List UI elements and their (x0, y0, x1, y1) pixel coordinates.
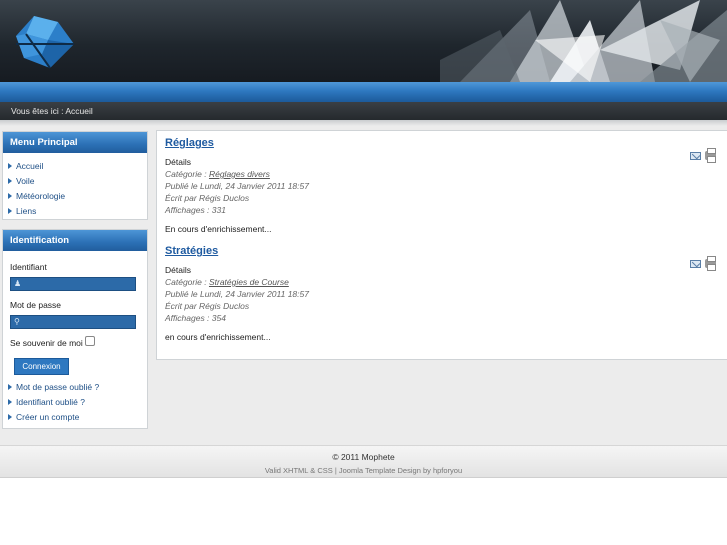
article-author: Écrit par Régis Duclos (165, 193, 250, 203)
page-body: Menu Principal Accueil Voile Météorologi… (0, 126, 727, 445)
breadcrumb-current: Accueil (65, 106, 93, 116)
password-input[interactable]: ⚲ (10, 315, 136, 329)
create-account-label[interactable]: Créer un compte (16, 412, 79, 422)
header-crystal-artwork (440, 0, 727, 82)
breadcrumb: Vous êtes ici : Accueil (0, 102, 727, 120)
site-footer: © 2011 Mophete Valid XHTML & CSS | Jooml… (0, 445, 727, 478)
breadcrumb-prefix: Vous êtes ici : (11, 106, 64, 116)
main-menu-module: Menu Principal Accueil Voile Météorologi… (2, 131, 148, 220)
article-published: Publié le Lundi, 24 Janvier 2011 18:57 (165, 181, 309, 191)
arrow-right-icon (8, 163, 12, 169)
arrow-right-icon (8, 399, 12, 405)
category-link[interactable]: Réglages divers (209, 169, 270, 179)
main-content: Réglages Détails Catégorie : Réglages di… (156, 130, 727, 360)
article-author: Écrit par Régis Duclos (165, 301, 250, 311)
forgot-username-label[interactable]: Identifiant oublié ? (16, 397, 85, 407)
arrow-right-icon (8, 414, 12, 420)
forgot-password-link[interactable]: Mot de passe oublié ? (8, 380, 99, 395)
menu-item-label[interactable]: Voile (16, 176, 34, 186)
article-hits: Affichages : 354 (165, 313, 226, 323)
article-reglages: Réglages Détails Catégorie : Réglages di… (165, 137, 720, 234)
article-published: Publié le Lundi, 24 Janvier 2011 18:57 (165, 289, 309, 299)
main-menu-list: Accueil Voile Météorologie Liens (3, 153, 147, 219)
print-icon[interactable] (705, 256, 716, 271)
article-details-label: Détails (165, 157, 191, 167)
login-title: Identification (3, 230, 147, 251)
footer-credit[interactable]: Valid XHTML & CSS | Joomla Template Desi… (0, 466, 727, 475)
forgot-password-label[interactable]: Mot de passe oublié ? (16, 382, 99, 392)
category-prefix: Catégorie : (165, 277, 207, 287)
article-title[interactable]: Réglages (165, 137, 214, 149)
arrow-right-icon (8, 384, 12, 390)
menu-item-label[interactable]: Météorologie (16, 191, 65, 201)
menu-item-liens[interactable]: Liens (8, 204, 147, 219)
key-icon: ⚲ (14, 317, 20, 326)
menu-item-accueil[interactable]: Accueil (8, 159, 147, 174)
forgot-username-link[interactable]: Identifiant oublié ? (8, 395, 99, 410)
article-body: en cours d'enrichissement... (165, 332, 271, 342)
login-button[interactable]: Connexion (14, 358, 69, 375)
remember-me-checkbox[interactable] (85, 336, 95, 346)
print-icon[interactable] (705, 148, 716, 163)
article-actions (690, 148, 716, 163)
username-label: Identifiant (10, 262, 47, 272)
create-account-link[interactable]: Créer un compte (8, 410, 99, 425)
article-meta: Détails Catégorie : Stratégies de Course… (165, 264, 720, 324)
menu-item-label[interactable]: Accueil (16, 161, 43, 171)
article-actions (690, 256, 716, 271)
article-category: Catégorie : Réglages divers (165, 168, 720, 180)
menu-item-label[interactable]: Liens (16, 206, 36, 216)
site-logo-icon[interactable] (14, 14, 76, 70)
menu-item-meteorologie[interactable]: Météorologie (8, 189, 147, 204)
main-menu-title: Menu Principal (3, 132, 147, 153)
article-title[interactable]: Stratégies (165, 245, 218, 257)
email-icon[interactable] (690, 152, 701, 160)
article-category: Catégorie : Stratégies de Course (165, 276, 720, 288)
article-meta: Détails Catégorie : Réglages divers Publ… (165, 156, 720, 216)
article-strategies: Stratégies Détails Catégorie : Stratégie… (165, 245, 720, 342)
remember-me-label: Se souvenir de moi (10, 338, 83, 348)
arrow-right-icon (8, 193, 12, 199)
article-details-label: Détails (165, 265, 191, 275)
arrow-right-icon (8, 178, 12, 184)
site-header (0, 0, 727, 82)
article-hits: Affichages : 331 (165, 205, 226, 215)
email-icon[interactable] (690, 260, 701, 268)
arrow-right-icon (8, 208, 12, 214)
user-icon: ♟ (14, 279, 22, 288)
header-blue-band (0, 82, 727, 102)
username-input[interactable]: ♟ (10, 277, 136, 291)
category-link[interactable]: Stratégies de Course (209, 277, 289, 287)
category-prefix: Catégorie : (165, 169, 207, 179)
password-label: Mot de passe (10, 300, 62, 310)
login-links: Mot de passe oublié ? Identifiant oublié… (8, 380, 99, 425)
menu-item-voile[interactable]: Voile (8, 174, 147, 189)
footer-copyright: © 2011 Mophete (332, 452, 395, 462)
article-body: En cours d'enrichissement... (165, 224, 272, 234)
login-module: Identification Identifiant ♟ Mot de pass… (2, 229, 148, 429)
